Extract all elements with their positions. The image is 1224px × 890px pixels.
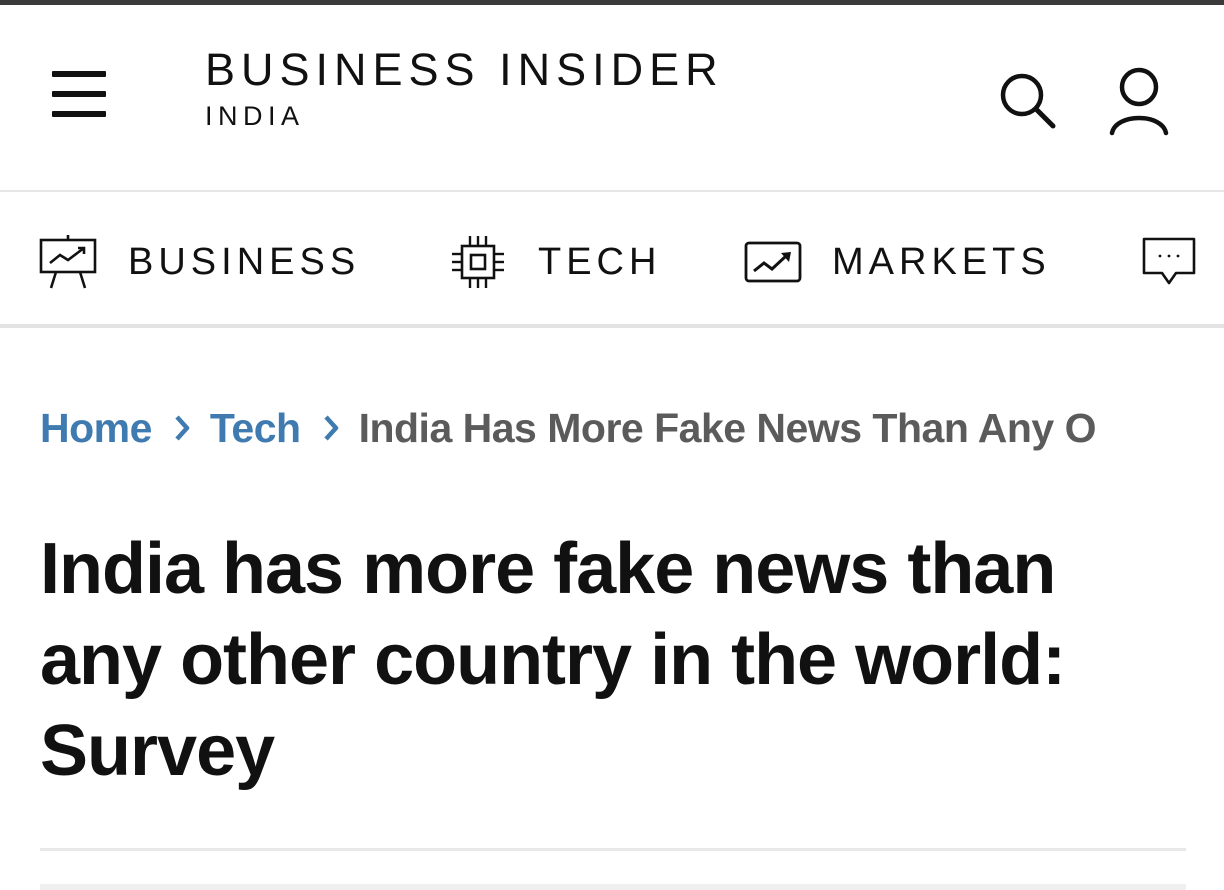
chevron-right-icon [174, 405, 190, 452]
nav-item-chat[interactable] [1140, 230, 1198, 294]
site-header: BUSINESS INSIDER INDIA [0, 5, 1224, 192]
market-trend-icon [744, 241, 802, 283]
divider [40, 884, 1186, 890]
breadcrumb: Home Tech India Has More Fake News Than … [40, 398, 1180, 458]
logo-sub-text: INDIA [205, 101, 305, 131]
chevron-right-icon [323, 405, 339, 452]
nav-item-markets[interactable]: MARKETS [744, 230, 1051, 294]
category-nav: BUSINESS TECH MARKETS [0, 194, 1224, 328]
search-icon[interactable] [998, 71, 1058, 131]
hamburger-menu-icon[interactable] [52, 70, 108, 120]
breadcrumb-home[interactable]: Home [40, 405, 152, 452]
user-account-icon[interactable] [1108, 65, 1170, 137]
presentation-board-icon [39, 235, 97, 289]
nav-item-business[interactable]: BUSINESS [38, 230, 360, 294]
article-headline: India has more fake news than any other … [40, 529, 1066, 791]
microchip-icon [452, 236, 504, 288]
nav-item-markets-label: MARKETS [832, 240, 1051, 283]
breadcrumb-current: India Has More Fake News Than Any O [358, 404, 1096, 451]
logo-main-text: BUSINESS INSIDER [205, 44, 724, 95]
divider [40, 848, 1186, 851]
site-logo[interactable]: BUSINESS INSIDER INDIA [205, 44, 724, 132]
breadcrumb-section[interactable]: Tech [210, 405, 301, 452]
chat-bubble-icon [1142, 237, 1196, 285]
nav-item-tech-label: TECH [538, 240, 662, 283]
nav-item-business-label: BUSINESS [128, 240, 361, 283]
nav-item-tech[interactable]: TECH [448, 230, 661, 294]
